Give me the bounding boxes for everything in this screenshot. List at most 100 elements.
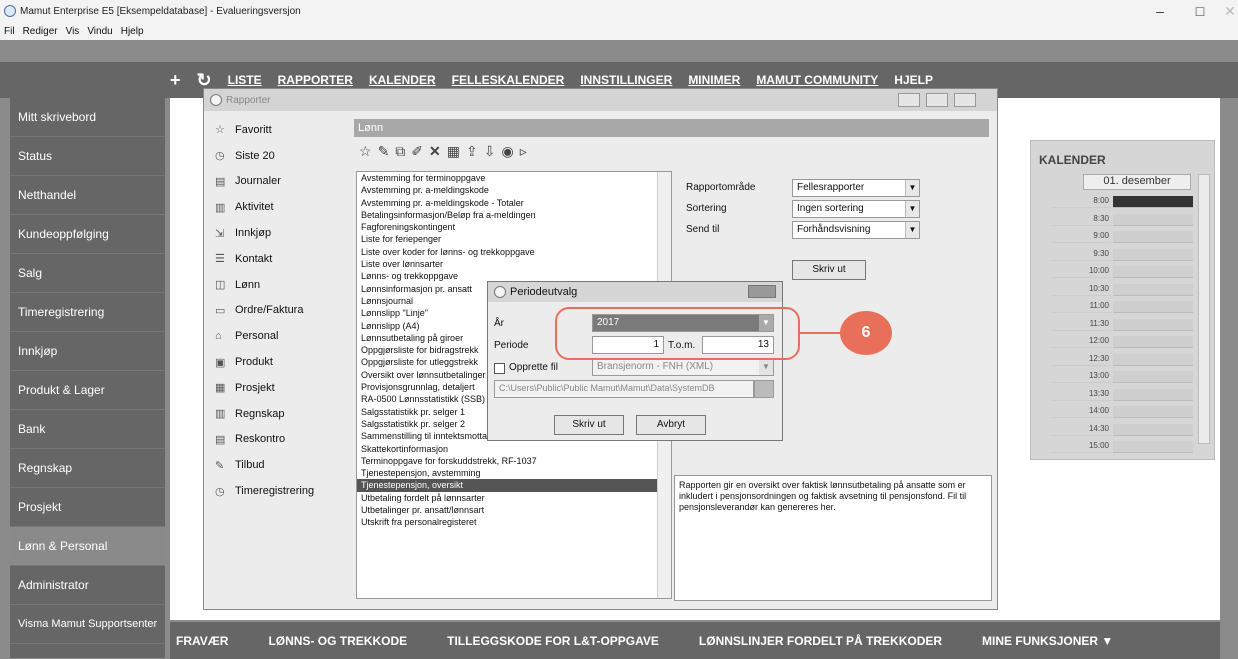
sidebar-item-bank[interactable]: Bank [10,410,165,449]
sidebar-item-innkjop[interactable]: Innkjøp [10,332,165,371]
menu-view[interactable]: Vis [66,26,80,37]
sidebar-item-produkt-lager[interactable]: Produkt & Lager [10,371,165,410]
calendar-slot[interactable] [1113,231,1193,243]
report-list-item[interactable]: Utbetaling fordelt på lønnsarter [357,492,671,504]
calendar-slot[interactable] [1113,266,1193,278]
period-cancel-button[interactable]: Avbryt [636,415,706,435]
calendar-slot[interactable] [1113,423,1193,436]
calendar-slot[interactable] [1113,248,1193,261]
toolbar-import-icon[interactable]: ⇪ [466,143,478,160]
browse-button[interactable] [754,380,774,398]
report-list-item[interactable]: Skattekortinformasjon [357,443,671,455]
category-item[interactable]: ▤ Reskontro [209,427,349,453]
sidebar-item-kundeoppfolging[interactable]: Kundeoppfølging [10,215,165,254]
close-button[interactable]: ✕ [1210,0,1238,22]
period-close-button[interactable] [748,285,776,298]
menu-file[interactable]: Fil [4,26,15,37]
calendar-slot[interactable] [1113,371,1193,383]
calendar-slot[interactable] [1113,196,1193,208]
toolbar-design-icon[interactable]: ▦ [447,143,460,160]
calendar-slot[interactable] [1113,388,1193,401]
toolbar-star-edit-icon[interactable]: ✎ [378,143,390,160]
category-item[interactable]: ▥ Aktivitet [209,194,349,220]
category-item[interactable]: ✎ Tilbud [209,452,349,478]
sidebar-item-timeregistrering[interactable]: Timeregistrering [10,293,165,332]
category-item[interactable]: ▤ Journaler [209,169,349,195]
calendar-slot[interactable] [1113,283,1193,296]
sidebar-item-salg[interactable]: Salg [10,254,165,293]
toolbar-delete-icon[interactable]: ✕ [429,143,441,160]
sort-select[interactable]: Ingen sortering ▼ [792,200,920,218]
calendar-slot[interactable] [1113,353,1193,366]
category-item[interactable]: ☆ Favoritt [209,117,349,143]
bottom-nav-lonnslinjer[interactable]: LØNNSLINJER FORDELT PÅ TREKKODER [699,634,942,648]
calendar-slot[interactable] [1113,318,1193,331]
sidebar-item-prosjekt[interactable]: Prosjekt [10,488,165,527]
nav-minimer[interactable]: MINIMER [688,73,740,87]
minimize-button[interactable]: – [1140,0,1180,22]
category-item[interactable]: ◷ Timeregistrering [209,478,349,504]
toolbar-arrow-icon[interactable]: ▹ [520,143,527,160]
category-item[interactable]: ⇲ Innkjøp [209,220,349,246]
report-list-item[interactable]: Fagforeningskontingent [357,221,671,233]
report-list-item[interactable]: Utskrift fra personalregisteret [357,516,671,528]
category-item[interactable]: ◷ Siste 20 [209,143,349,169]
menu-window[interactable]: Vindu [87,26,112,37]
sidebar-item-status[interactable]: Status [10,137,165,176]
report-list-item[interactable]: Betalingsinformasjon/Beløp fra a-melding… [357,209,671,221]
toolbar-star-icon[interactable]: ☆ [359,143,372,160]
create-file-checkbox[interactable] [494,363,505,374]
sidebar-item-regnskap[interactable]: Regnskap [10,449,165,488]
reports-restore-button[interactable] [926,93,948,107]
sidebar-item-lonn-personal[interactable]: Lønn & Personal [10,527,165,566]
nav-liste[interactable]: LISTE [228,73,262,87]
period-print-button[interactable]: Skriv ut [554,415,624,435]
menu-edit[interactable]: Rediger [23,26,58,37]
category-item[interactable]: ☰ Kontakt [209,246,349,272]
report-list-item[interactable]: Utbetalinger pr. ansatt/lønnsart [357,504,671,516]
report-list-item[interactable]: Tjenestepensjon, avstemming [357,467,671,479]
category-item[interactable]: ▣ Produkt [209,349,349,375]
nav-innstillinger[interactable]: INNSTILLINGER [580,73,672,87]
bottom-nav-fravaer[interactable]: FRAVÆR [176,634,228,648]
sidebar-item-administrator[interactable]: Administrator [10,566,165,605]
reports-minimize-button[interactable] [898,93,920,107]
bottom-nav-tilleggskode[interactable]: TILLEGGSKODE FOR L&T-OPPGAVE [447,634,659,648]
bottom-nav-lonns-trekkode[interactable]: LØNNS- OG TREKKODE [268,634,407,648]
nav-kalender[interactable]: KALENDER [369,73,436,87]
reports-close-button[interactable] [954,93,976,107]
nav-hjelp[interactable]: HJELP [894,73,933,87]
calendar-slot[interactable] [1113,336,1193,348]
report-list-item[interactable]: Liste over lønnsarter [357,258,671,270]
sidebar-item-netthandel[interactable]: Netthandel [10,176,165,215]
bottom-nav-mine-funksjoner[interactable]: MINE FUNKSJONER ▼ [982,634,1113,648]
calendar-slot[interactable] [1113,213,1193,226]
add-icon[interactable]: + [170,70,181,91]
category-item[interactable]: ▥ Regnskap [209,401,349,427]
category-item[interactable]: ▭ Ordre/Faktura [209,298,349,324]
category-item[interactable]: ◫ Lønn [209,272,349,298]
calendar-slot[interactable] [1113,301,1193,313]
toolbar-web-icon[interactable]: ◉ [501,143,513,160]
report-list-item[interactable]: Avstemming pr. a-meldingskode - Totaler [357,197,671,209]
report-list-item[interactable]: Liste for feriepenger [357,233,671,245]
sidebar-item-mitt-skrivebord[interactable]: Mitt skrivebord [10,98,165,137]
category-item[interactable]: ▦ Prosjekt [209,375,349,401]
nav-felleskalender[interactable]: FELLESKALENDER [452,73,565,87]
calendar-scrollbar[interactable] [1198,174,1210,444]
report-list-item[interactable]: Avstemming pr. a-meldingskode [357,184,671,196]
print-button[interactable]: Skriv ut [792,260,866,280]
toolbar-edit-icon[interactable]: ✐ [411,143,423,160]
file-path-input[interactable]: C:\Users\Public\Public Mamut\Mamut\Data\… [494,380,754,398]
send-select[interactable]: Forhåndsvisning ▼ [792,221,920,239]
report-list-item[interactable]: Liste over koder for lønns- og trekkoppg… [357,246,671,258]
calendar-day[interactable]: 01. desember [1083,174,1191,190]
menu-help[interactable]: Hjelp [121,26,144,37]
calendar-slot[interactable] [1113,406,1193,418]
create-file-select[interactable]: Bransjenorm - FNH (XML) ▼ [592,358,774,376]
area-select[interactable]: Fellesrapporter ▼ [792,179,920,197]
category-item[interactable]: ⌂ Personal [209,323,349,349]
toolbar-copy-icon[interactable]: ⧉ [395,143,405,160]
report-list-item[interactable]: Avstemming for terminoppgave [357,172,671,184]
calendar-slot[interactable] [1113,441,1193,453]
